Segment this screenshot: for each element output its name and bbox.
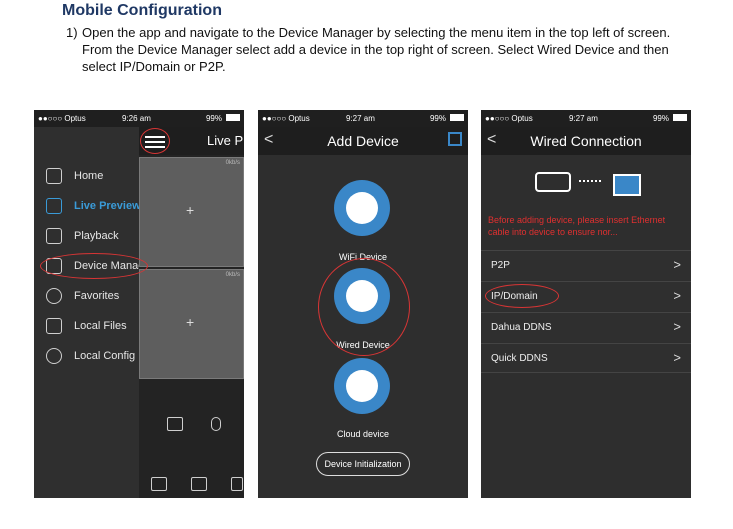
battery-level: 99% — [205, 114, 222, 123]
chevron-right-icon: > — [673, 350, 681, 365]
row-p2p[interactable]: P2P > — [481, 250, 691, 280]
cloud-download-icon — [346, 370, 378, 402]
wifi-camera-icon — [346, 192, 378, 224]
page-title: Add Device — [327, 133, 399, 149]
step-number: 1) — [66, 25, 78, 40]
row-quick-ddns[interactable]: Quick DDNS > — [481, 343, 691, 373]
battery-icon — [226, 114, 240, 121]
video-tile-2[interactable]: 0kb/s + — [139, 269, 244, 379]
clock: 9:26 am — [122, 114, 151, 123]
wifi-device-button[interactable] — [334, 180, 390, 236]
highlight-device-manager — [40, 253, 148, 279]
cloud-device-label: Cloud device — [336, 429, 390, 439]
folder-icon — [46, 318, 62, 334]
chevron-right-icon: > — [673, 319, 681, 334]
carrier: ●●○○○ Optus — [38, 114, 86, 123]
battery-icon — [450, 114, 464, 121]
add-icon: + — [186, 202, 195, 218]
instruction-step: 1) Open the app and navigate to the Devi… — [66, 24, 686, 75]
page-title: Wired Connection — [530, 133, 642, 149]
microphone-icon[interactable] — [211, 417, 221, 431]
qr-scan-icon[interactable] — [448, 132, 462, 146]
home-icon — [46, 168, 62, 184]
screen-split-icon[interactable] — [167, 417, 183, 431]
clock: 9:27 am — [346, 114, 375, 123]
phone-screenshot-menu: ●●○○○ Optus 9:26 am 99% Home Live Previe… — [34, 110, 244, 498]
grid-icon[interactable] — [151, 477, 167, 491]
status-bar: ●●○○○ Optus 9:27 am 99% — [258, 110, 468, 127]
status-bar: ●●○○○ Optus 9:26 am 99% — [34, 110, 244, 127]
chevron-right-icon: > — [673, 288, 681, 303]
ethernet-cable-icon — [535, 172, 571, 192]
highlight-menu-button — [140, 128, 170, 154]
highlight-ip-domain — [485, 284, 559, 308]
playback-icon — [46, 228, 62, 244]
nav-bar: < Add Device — [258, 127, 468, 155]
phone-screenshot-add-device: ●●○○○ Optus 9:27 am 99% < Add Device WiF… — [258, 110, 468, 498]
status-bar: ●●○○○ Optus 9:27 am 99% — [481, 110, 691, 127]
dots-icon — [579, 180, 601, 182]
battery-level: 99% — [429, 114, 446, 123]
device-initialization-button[interactable]: Device Initialization — [316, 452, 410, 476]
highlight-wired-device — [318, 258, 410, 356]
clock: 9:27 am — [569, 114, 598, 123]
phone-screenshot-wired-connection: ●●○○○ Optus 9:27 am 99% < Wired Connecti… — [481, 110, 691, 498]
settings-icon — [46, 348, 62, 364]
battery-icon — [673, 114, 687, 121]
live-preview-icon — [46, 198, 62, 214]
star-icon — [46, 288, 62, 304]
carrier: ●●○○○ Optus — [485, 114, 533, 123]
video-tile-1[interactable]: 0kb/s + — [139, 157, 244, 267]
live-preview-panel: Live Pr 0kb/s + 0kb/s + — [139, 127, 244, 498]
cloud-device-button[interactable] — [334, 358, 390, 414]
row-dahua-ddns[interactable]: Dahua DDNS > — [481, 312, 691, 342]
nav-bar: < Wired Connection — [481, 127, 691, 155]
battery-level: 99% — [652, 114, 669, 123]
record-icon[interactable] — [231, 477, 243, 491]
document-heading: Mobile Configuration — [62, 2, 222, 19]
camera-icon[interactable] — [191, 477, 207, 491]
warning-text: Before adding device, please insert Ethe… — [488, 215, 666, 237]
live-title: Live Pr — [207, 133, 244, 148]
carrier: ●●○○○ Optus — [262, 114, 310, 123]
add-icon: + — [186, 314, 195, 330]
router-icon — [613, 174, 641, 196]
chevron-right-icon: > — [673, 257, 681, 272]
step-text: Open the app and navigate to the Device … — [82, 25, 671, 74]
